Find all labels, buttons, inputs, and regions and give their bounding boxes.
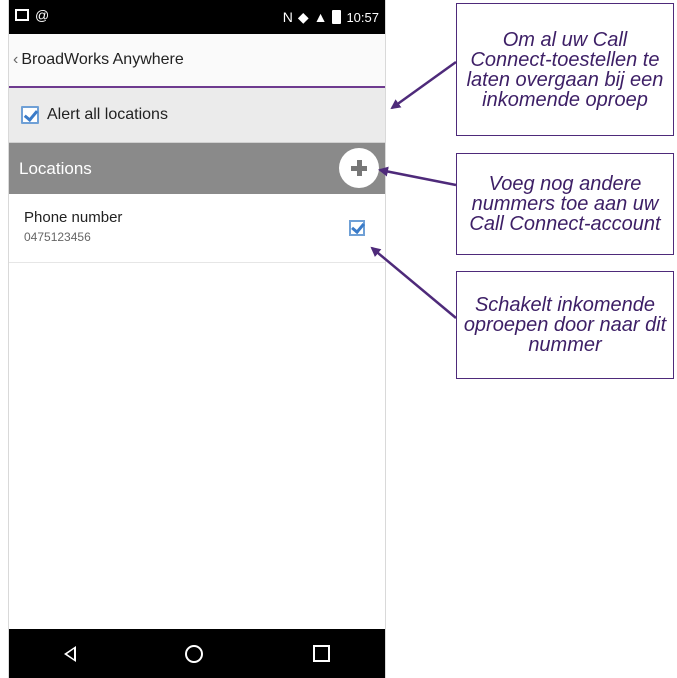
- location-active-checkbox[interactable]: [349, 220, 365, 236]
- locations-header: Locations: [9, 143, 385, 194]
- phone-screen: @ N ◆ ▲ 10:57 ‹ BroadWorks Anywhere Aler…: [8, 0, 386, 678]
- nav-home-icon[interactable]: [185, 644, 204, 663]
- wifi-icon: ◆: [297, 9, 309, 25]
- status-left: @: [15, 7, 49, 23]
- location-label: Phone number: [24, 209, 123, 226]
- alert-all-checkbox[interactable]: [21, 106, 39, 124]
- at-icon: @: [35, 7, 50, 23]
- location-row[interactable]: Phone number 0475123456: [9, 196, 385, 263]
- locations-title: Locations: [19, 158, 92, 178]
- status-time: 10:57: [346, 9, 379, 25]
- callout-forward-text: Schakelt inkomende oproepen door naar di…: [463, 294, 667, 356]
- nav-bar: [9, 629, 385, 678]
- back-chevron-icon[interactable]: ‹: [9, 51, 21, 69]
- alert-all-row[interactable]: Alert all locations: [9, 88, 385, 143]
- gallery-icon: [15, 9, 29, 21]
- app-bar: ‹ BroadWorks Anywhere: [9, 34, 385, 88]
- add-location-button[interactable]: [339, 148, 379, 188]
- nav-back-icon[interactable]: [63, 645, 76, 662]
- arrow-to-alert: [390, 60, 457, 110]
- app-title[interactable]: BroadWorks Anywhere: [21, 51, 183, 69]
- arrow-to-add: [378, 166, 457, 187]
- location-number: 0475123456: [24, 230, 91, 244]
- battery-icon: [332, 10, 342, 24]
- signal-icon: ▲: [313, 9, 328, 25]
- callout-alert-all: Om al uw Call Connect-toestellen te late…: [456, 3, 674, 136]
- nav-recent-icon[interactable]: [313, 645, 331, 662]
- alert-all-label: Alert all locations: [47, 106, 168, 123]
- status-bar: @ N ◆ ▲ 10:57: [9, 0, 385, 34]
- callout-add-number-text: Voeg nog andere nummers toe aan uw Call …: [469, 173, 661, 235]
- callout-add-number: Voeg nog andere nummers toe aan uw Call …: [456, 153, 674, 255]
- callout-forward: Schakelt inkomende oproepen door naar di…: [456, 271, 674, 379]
- callout-alert-all-text: Om al uw Call Connect-toestellen te late…: [466, 28, 664, 111]
- status-right: N ◆ ▲ 10:57: [283, 9, 379, 25]
- nfc-icon: N: [282, 9, 293, 25]
